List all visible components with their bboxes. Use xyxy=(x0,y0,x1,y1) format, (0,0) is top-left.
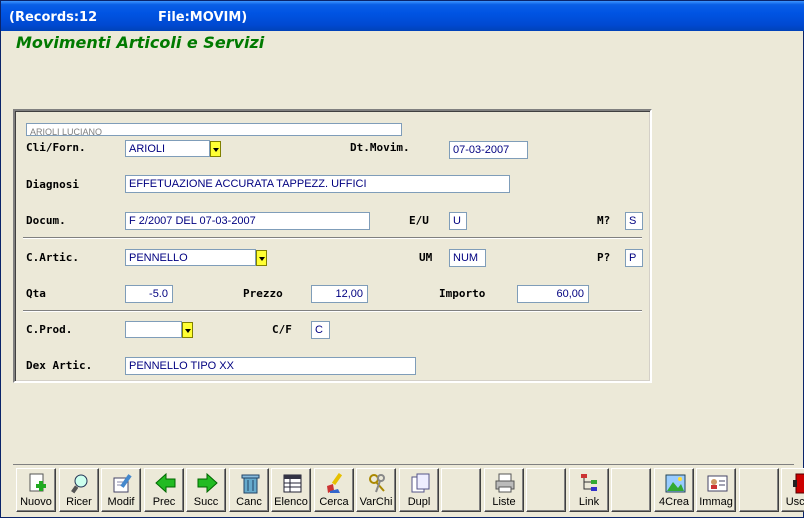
m-input[interactable]: S xyxy=(625,212,643,230)
toolbar-button-label: Dupl xyxy=(407,496,431,508)
brush-icon xyxy=(324,472,346,494)
cli-forn-dropdown-button[interactable] xyxy=(210,141,221,157)
toolbar-button-empty xyxy=(611,468,651,512)
prezzo-label: Prezzo xyxy=(243,287,283,300)
id-card-icon xyxy=(706,472,728,494)
toolbar-button-label: VarChi xyxy=(359,496,393,508)
copy-icon xyxy=(409,472,431,494)
toolbar-button-label: Nuovo xyxy=(20,496,52,508)
diagnosi-label: Diagnosi xyxy=(26,178,79,191)
toolbar-button-label: Succ xyxy=(193,496,219,508)
toolbar-button-immag[interactable]: Immag xyxy=(696,468,736,512)
toolbar-button-modif[interactable]: Modif xyxy=(101,468,141,512)
dt-movim-label: Dt.Movim. xyxy=(350,141,410,154)
toolbar-button-elenco[interactable]: Elenco xyxy=(271,468,311,512)
c-artic-input[interactable]: PENNELLO xyxy=(125,249,256,266)
qta-label: Qta xyxy=(26,287,46,300)
toolbar-button-label: Immag xyxy=(699,496,733,508)
docum-input[interactable]: F 2/2007 DEL 07-03-2007 xyxy=(125,212,370,230)
title-file: File:MOVIM) xyxy=(158,10,248,25)
importo-label: Importo xyxy=(439,287,486,300)
title-records: (Records:12 xyxy=(9,10,98,25)
qta-input[interactable]: -5.0 xyxy=(125,285,173,303)
toolbar-button-label: Prec xyxy=(152,496,176,508)
toolbar-button-prec[interactable]: Prec xyxy=(144,468,184,512)
toolbar-button-liste[interactable]: Liste xyxy=(484,468,524,512)
toolbar-button-ricer[interactable]: Ricer xyxy=(59,468,99,512)
toolbar-button-empty xyxy=(441,468,481,512)
customer-name-display: ARIOLI LUCIANO xyxy=(26,123,402,136)
form-frame xyxy=(13,109,652,383)
toolbar-button-4crea[interactable]: 4Crea xyxy=(654,468,694,512)
title-bar: (Records:12 File:MOVIM) xyxy=(1,1,804,31)
e-u-label: E/U xyxy=(409,214,429,227)
toolbar-button-cerca[interactable]: Cerca xyxy=(314,468,354,512)
toolbar-button-label: Elenco xyxy=(274,496,308,508)
toolbar-button-uscita[interactable]: Uscita xyxy=(781,468,804,512)
printer-icon xyxy=(494,472,516,494)
toolbar-button-dupl[interactable]: Dupl xyxy=(399,468,439,512)
keys-icon xyxy=(366,472,388,494)
separator xyxy=(23,310,642,312)
toolbar-button-varchi[interactable]: VarChi xyxy=(356,468,396,512)
toolbar-button-label: 4Crea xyxy=(659,496,689,508)
p-label: P? xyxy=(597,251,611,264)
arrow-right-icon xyxy=(196,472,218,494)
toolbar-button-succ[interactable]: Succ xyxy=(186,468,226,512)
dt-movim-input[interactable]: 07-03-2007 xyxy=(449,141,528,159)
new-document-icon xyxy=(26,472,48,494)
image-icon xyxy=(664,472,686,494)
toolbar-button-label: Liste xyxy=(492,496,516,508)
list-icon xyxy=(281,472,303,494)
toolbar-button-label: Ricer xyxy=(66,496,92,508)
dex-artic-input[interactable]: PENNELLO TIPO XX xyxy=(125,357,416,375)
importo-input[interactable]: 60,00 xyxy=(517,285,589,303)
toolbar-button-empty xyxy=(526,468,566,512)
docum-label: Docum. xyxy=(26,214,66,227)
um-input[interactable]: NUM xyxy=(449,249,486,267)
trash-icon xyxy=(239,472,261,494)
c-f-input[interactable]: C xyxy=(311,321,330,339)
exit-door-icon xyxy=(791,472,804,494)
c-artic-label: C.Artic. xyxy=(26,251,79,264)
toolbar-button-nuovo[interactable]: Nuovo xyxy=(16,468,56,512)
c-prod-input[interactable] xyxy=(125,321,182,338)
c-prod-dropdown-button[interactable] xyxy=(182,322,193,338)
tree-icon xyxy=(579,472,601,494)
c-f-label: C/F xyxy=(272,323,292,336)
dex-artic-label: Dex Artic. xyxy=(26,359,93,372)
toolbar-button-label: Canc xyxy=(236,496,262,508)
app-window: (Records:12 File:MOVIM) Movimenti Artico… xyxy=(0,0,804,518)
edit-icon xyxy=(111,472,133,494)
um-label: UM xyxy=(419,251,433,264)
toolbar-button-label: Modif xyxy=(107,496,135,508)
diagnosi-input[interactable]: EFFETUAZIONE ACCURATA TAPPEZZ. UFFICI xyxy=(125,175,510,193)
p-input[interactable]: P xyxy=(625,249,643,267)
toolbar-button-label: Link xyxy=(578,496,600,508)
toolbar-button-label: Uscita xyxy=(785,496,804,508)
page-title: Movimenti Articoli e Servizi xyxy=(16,33,265,52)
c-artic-dropdown-button[interactable] xyxy=(256,250,267,266)
toolbar-button-label: Cerca xyxy=(319,496,349,508)
cli-forn-label: Cli/Forn. xyxy=(26,141,86,154)
c-prod-label: C.Prod. xyxy=(26,323,73,336)
e-u-input[interactable]: U xyxy=(449,212,467,230)
toolbar-button-canc[interactable]: Canc xyxy=(229,468,269,512)
search-icon xyxy=(69,472,91,494)
m-label: M? xyxy=(597,214,611,227)
separator xyxy=(23,237,642,239)
arrow-left-icon xyxy=(154,472,176,494)
toolbar-button-link[interactable]: Link xyxy=(569,468,609,512)
prezzo-input[interactable]: 12,00 xyxy=(311,285,368,303)
toolbar-button-empty xyxy=(739,468,779,512)
cli-forn-input[interactable]: ARIOLI xyxy=(125,140,210,157)
